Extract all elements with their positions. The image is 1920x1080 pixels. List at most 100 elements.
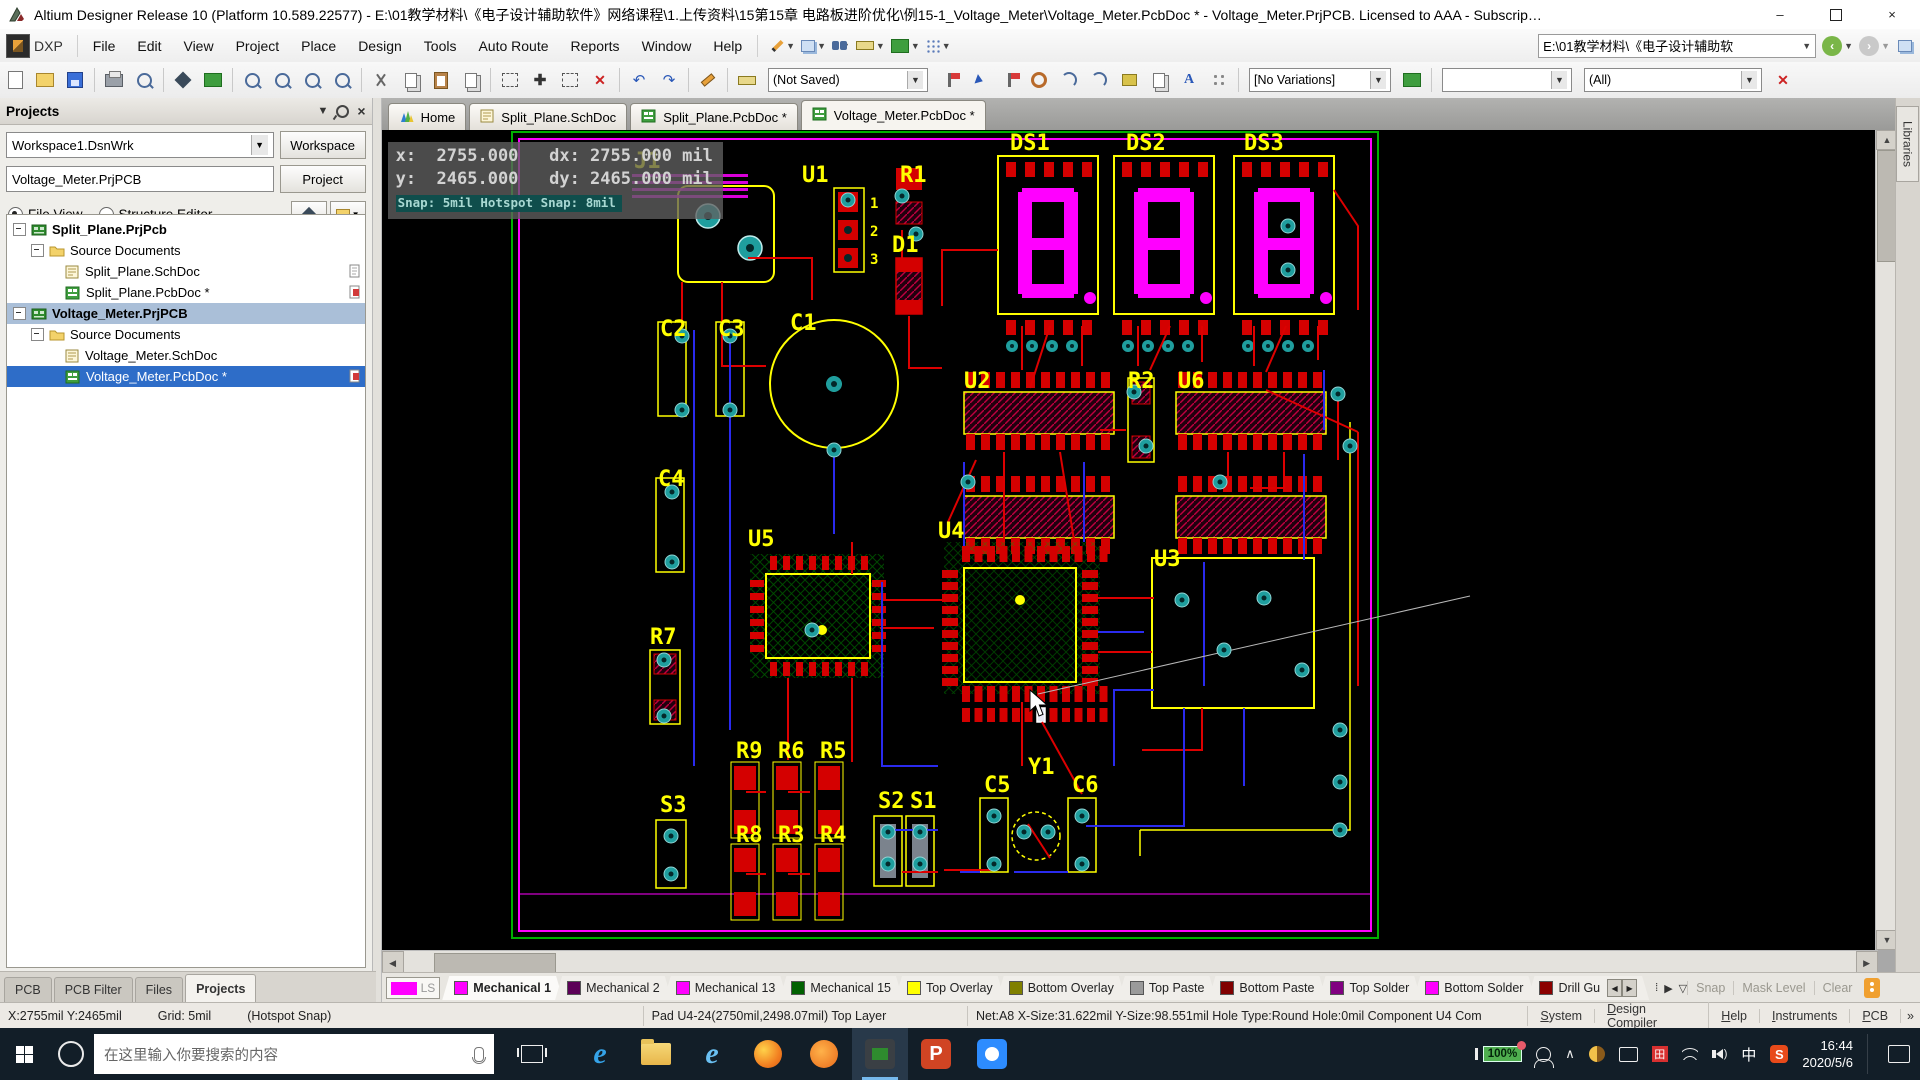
menu-edit[interactable]: Edit [126, 29, 172, 62]
variations-combo[interactable]: [No Variations]▼ [1249, 68, 1391, 92]
horizontal-scrollbar[interactable]: ◀ ▶ [382, 950, 1878, 973]
cortana-button[interactable] [48, 1028, 94, 1080]
flag2-icon[interactable] [995, 66, 1023, 94]
pencil-tool-icon[interactable]: ▼ [771, 41, 795, 51]
panels-popup-icon[interactable] [1864, 978, 1880, 998]
tree-item-source-documents[interactable]: Source Documents [7, 240, 365, 261]
status-panel-instruments[interactable]: Instruments [1760, 1009, 1850, 1023]
panel-tab-projects[interactable]: Projects [185, 974, 256, 1002]
panel-menu-icon[interactable]: ▼ [318, 105, 329, 117]
libraries-panel-tab[interactable]: Libraries [1896, 106, 1919, 182]
menu-view[interactable]: View [172, 29, 224, 62]
layer-tab-top-overlay[interactable]: Top Overlay [895, 976, 1005, 1000]
layer-tab-drill-gu[interactable]: Drill Gu◀▶ [1527, 976, 1649, 1000]
taskbar-app-firefox[interactable] [740, 1028, 796, 1080]
project-field[interactable]: Voltage_Meter.PrjPCB [6, 166, 274, 192]
workspace-button[interactable]: Workspace [280, 131, 366, 159]
view-3d-icon[interactable] [169, 66, 197, 94]
move-icon[interactable]: ✚ [526, 66, 554, 94]
status-panel-design-compiler[interactable]: Design Compiler [1595, 1002, 1709, 1030]
tree-item-voltage-meter-prjpcb[interactable]: Voltage_Meter.PrjPCB [7, 303, 365, 324]
array-paste-icon[interactable] [1145, 66, 1173, 94]
print-icon[interactable] [100, 66, 128, 94]
menu-reports[interactable]: Reports [560, 29, 631, 62]
tree-item-split-plane-pcbdoc[interactable]: Split_Plane.PcbDoc * [7, 282, 365, 303]
tree-collapse-icon[interactable] [13, 223, 26, 236]
tree-item-voltage-meter-schdoc[interactable]: Voltage_Meter.SchDoc [7, 345, 365, 366]
menu-help[interactable]: Help [702, 29, 753, 62]
layer-tab-mechanical-2[interactable]: Mechanical 2 [555, 976, 672, 1000]
view-board-icon[interactable] [199, 66, 227, 94]
taskbar-app-edge[interactable]: e [572, 1028, 628, 1080]
taskbar-app-sunlogin[interactable] [796, 1028, 852, 1080]
ime-language-indicator[interactable]: 中 [1741, 1044, 1756, 1065]
panel-pin-icon[interactable] [336, 105, 349, 118]
microphone-icon[interactable] [474, 1047, 484, 1062]
pad-ring-icon[interactable] [1025, 66, 1053, 94]
open-document-icon[interactable] [31, 66, 59, 94]
menu-project[interactable]: Project [225, 29, 291, 62]
layer-tab-bottom-overlay[interactable]: Bottom Overlay [997, 976, 1126, 1000]
layer-pairs-icon[interactable]: ⁞ [1655, 982, 1658, 994]
arc-icon[interactable] [1085, 66, 1113, 94]
vertical-scrollbar[interactable]: ▲ ▼ [1875, 130, 1896, 950]
status-panel-pcb[interactable]: PCB [1850, 1009, 1901, 1023]
nav-back-button[interactable]: ‹ [1822, 36, 1842, 56]
save-icon[interactable] [61, 66, 89, 94]
workspace-combo[interactable]: Workspace1.DsnWrk▼ [6, 132, 274, 158]
mask-level-button[interactable]: Mask Level [1733, 981, 1813, 995]
taskbar-clock[interactable]: 16:44 2020/5/6 [1802, 1037, 1853, 1071]
menu-tools[interactable]: Tools [413, 29, 468, 62]
print-preview-icon[interactable] [130, 66, 158, 94]
status-panel-system[interactable]: System [1528, 1009, 1595, 1023]
taskbar-app-file-explorer[interactable] [628, 1028, 684, 1080]
nav-back-dropdown[interactable]: ▼ [1844, 41, 1853, 51]
doc-tab-home[interactable]: Home [388, 103, 467, 130]
wiring-icon[interactable] [694, 66, 722, 94]
copy-icon[interactable] [397, 66, 425, 94]
maximize-button[interactable] [1808, 0, 1864, 29]
pcb-canvas[interactable]: 123 J1U1R1D1DS1DS2DS3C2C3C1U2R2U6C4U5U4U… [382, 130, 1878, 950]
panel-close-icon[interactable]: × [357, 103, 365, 119]
battery-indicator[interactable]: 100% [1475, 1046, 1522, 1062]
clear-button[interactable]: Clear [1814, 981, 1861, 995]
ime-grid-icon[interactable]: 田 [1652, 1046, 1668, 1062]
tree-collapse-icon[interactable] [31, 244, 44, 257]
layer-tab-mechanical-1[interactable]: Mechanical 1 [442, 976, 563, 1000]
taskbar-app-edge-beta[interactable]: e [684, 1028, 740, 1080]
menu-design[interactable]: Design [347, 29, 413, 62]
panel-tab-files[interactable]: Files [135, 977, 183, 1002]
text-string-icon[interactable]: A [1175, 66, 1203, 94]
layer-tab-top-solder[interactable]: Top Solder [1318, 976, 1421, 1000]
people-icon[interactable] [1536, 1047, 1551, 1062]
recent-path-combo[interactable]: E:\01教学材料\《电子设计辅助软 ▼ [1538, 34, 1816, 58]
tree-collapse-icon[interactable] [31, 328, 44, 341]
taskbar-app-powerpoint[interactable]: P [908, 1028, 964, 1080]
sheets-tool-icon[interactable]: ▼ [801, 40, 826, 52]
layer-set-selector[interactable]: LS [386, 977, 441, 999]
tree-item-split-plane-schdoc[interactable]: Split_Plane.SchDoc [7, 261, 365, 282]
taskbar-app-altium-designer[interactable] [852, 1028, 908, 1080]
tree-item-split-plane-prjpcb[interactable]: Split_Plane.PrjPcb [7, 219, 365, 240]
fill-icon[interactable] [1115, 66, 1143, 94]
cancel-icon[interactable]: ✕ [586, 66, 614, 94]
project-button[interactable]: Project [280, 165, 366, 193]
favorites-icon[interactable] [1898, 40, 1912, 52]
menu-auto-route[interactable]: Auto Route [467, 29, 559, 62]
tree-item-voltage-meter-pcbdoc[interactable]: Voltage_Meter.PcbDoc * [7, 366, 365, 387]
grid-tool-icon[interactable]: ▼ [926, 39, 951, 53]
close-button[interactable]: × [1864, 0, 1920, 29]
zoom-document-icon[interactable] [268, 66, 296, 94]
vertical-scroll-thumb[interactable] [1877, 150, 1896, 262]
undo-icon[interactable]: ↶ [625, 66, 653, 94]
tray-app-icon[interactable] [1589, 1046, 1605, 1062]
layer-tab-bottom-paste[interactable]: Bottom Paste [1208, 976, 1326, 1000]
dxp-logo-icon[interactable] [6, 34, 30, 58]
menu-window[interactable]: Window [631, 29, 703, 62]
tree-collapse-icon[interactable] [13, 307, 26, 320]
paste-icon[interactable] [427, 66, 455, 94]
wifi-icon[interactable] [1682, 1048, 1698, 1060]
doc-tab-voltage-meter-pcbdoc[interactable]: Voltage_Meter.PcbDoc * [801, 100, 986, 130]
paste-array-icon[interactable] [457, 66, 485, 94]
hidden-icons-chevron[interactable]: ∧ [1565, 1046, 1575, 1062]
